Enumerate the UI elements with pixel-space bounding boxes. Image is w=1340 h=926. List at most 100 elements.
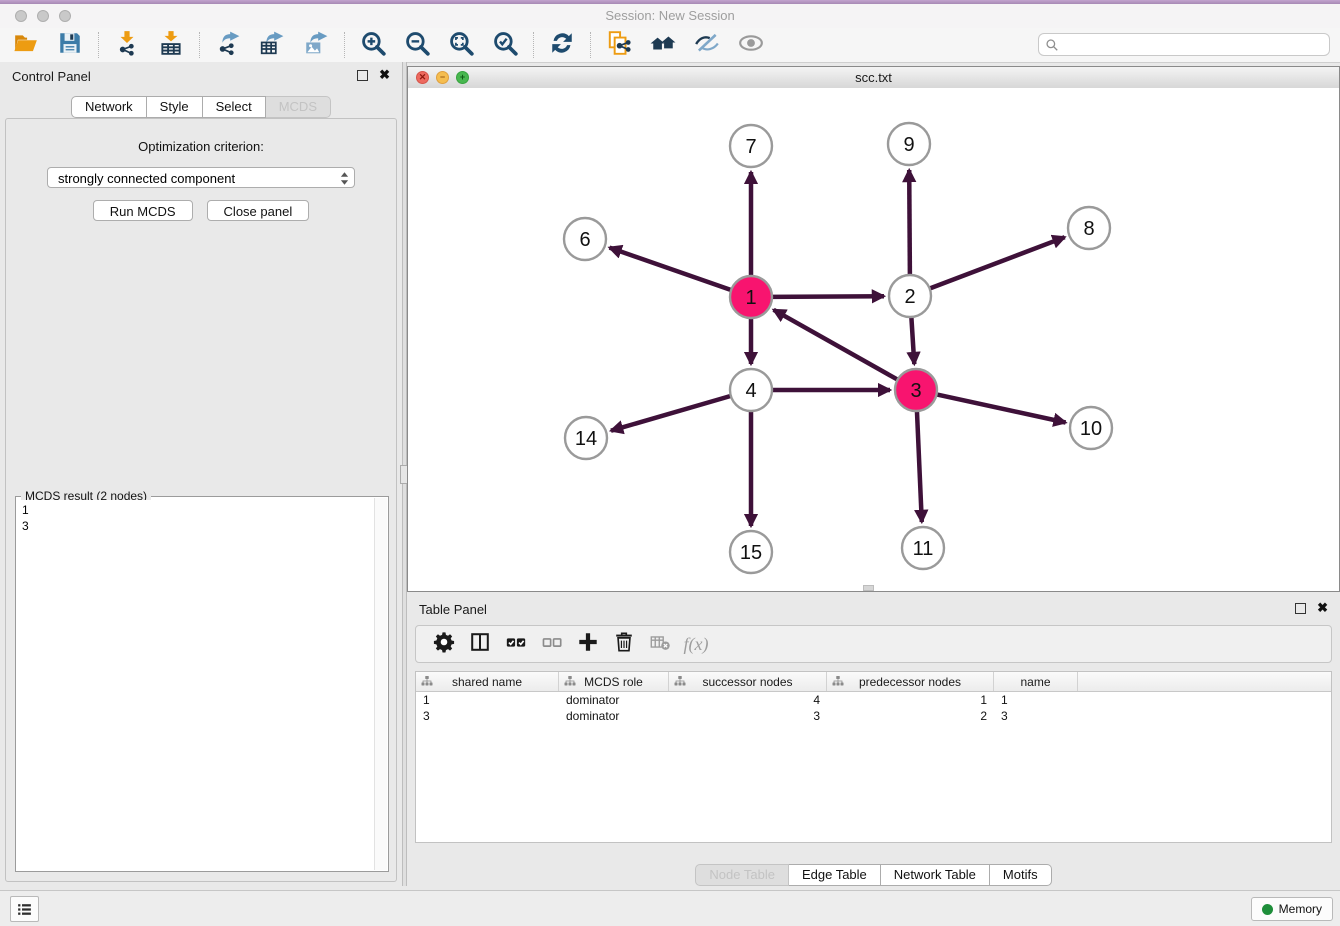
column-header-predecessor-nodes[interactable]: predecessor nodes [827,672,994,691]
result-scrollbar[interactable] [374,498,387,870]
tab-motifs[interactable]: Motifs [990,864,1052,886]
column-header-successor-nodes[interactable]: successor nodes [669,672,827,691]
zoom-fit-button[interactable] [446,30,476,60]
deselect-all-button[interactable] [534,629,570,659]
tab-style[interactable]: Style [147,96,203,118]
hide-selected-icon [694,30,720,61]
hierarchy-icon [421,675,433,687]
main-toolbar [0,28,1340,63]
graph-edge-1-2[interactable] [771,296,884,297]
select-stepper-icon [340,171,349,186]
svg-text:15: 15 [740,542,762,564]
search-box[interactable] [1038,33,1330,56]
control-panel-title: Control Panel [12,69,91,84]
svg-text:8: 8 [1083,218,1094,240]
graph-edge-2-9[interactable] [909,170,910,276]
network-close-icon[interactable]: ✕ [416,71,429,84]
tab-node-table[interactable]: Node Table [695,864,789,886]
import-network-button[interactable] [112,30,142,60]
graph-node-10[interactable]: 10 [1070,407,1112,449]
graph-node-15[interactable]: 15 [730,531,772,573]
network-canvas[interactable]: 7 9 6 8 1 2 4 3 14 10 15 11 [408,88,1339,591]
search-input[interactable] [1059,37,1329,52]
graph-node-1[interactable]: 1 [730,276,772,318]
float-panel-icon[interactable] [357,70,368,81]
cell-shared-name: 1 [416,693,559,707]
first-neighbors-button[interactable] [648,30,678,60]
graph-edge-2-3[interactable] [911,316,914,364]
graph-node-7[interactable]: 7 [730,125,772,167]
memory-button[interactable]: Memory [1251,897,1333,921]
export-network-button[interactable] [213,30,243,60]
graph-node-11[interactable]: 11 [902,527,944,569]
network-minimize-icon[interactable]: − [436,71,449,84]
cell-predecessor-nodes: 1 [827,693,994,707]
select-all-icon [505,631,527,658]
control-panel-tabs: NetworkStyleSelectMCDS [0,96,402,118]
zoom-selected-button[interactable] [490,30,520,60]
graph-node-9[interactable]: 9 [888,123,930,165]
graph-edge-4-14[interactable] [611,396,732,431]
canvas-scroll-nub[interactable] [863,585,874,591]
add-column-icon [577,631,599,658]
float-table-panel-icon[interactable] [1295,603,1306,614]
column-header-name[interactable]: name [994,672,1078,691]
run-mcds-button[interactable]: Run MCDS [93,200,193,221]
refresh-button[interactable] [547,30,577,60]
graph-node-2[interactable]: 2 [889,275,931,317]
network-window-titlebar[interactable]: ✕ − + scc.txt [408,67,1339,89]
show-columns-button[interactable] [462,629,498,659]
zoom-in-button[interactable] [358,30,388,60]
close-table-panel-icon[interactable]: ✖ [1317,602,1328,614]
criterion-select[interactable]: strongly connected component [47,167,355,188]
tab-network-table[interactable]: Network Table [881,864,990,886]
graph-edge-3-1[interactable] [774,310,899,380]
tab-mcds[interactable]: MCDS [266,96,331,118]
svg-text:10: 10 [1080,418,1102,440]
graph-edge-3-11[interactable] [917,410,922,522]
graph-edge-2-8[interactable] [929,237,1065,289]
graph-node-14[interactable]: 14 [565,417,607,459]
tab-edge-table[interactable]: Edge Table [789,864,881,886]
graph-node-4[interactable]: 4 [730,369,772,411]
control-panel: Control Panel ✖ NetworkStyleSelectMCDS O… [0,62,402,886]
export-table-button[interactable] [257,30,287,60]
status-bar: Memory [0,890,1340,926]
svg-text:1: 1 [745,287,756,309]
table-panel-title: Table Panel [419,602,487,617]
toolbar-separator [199,32,200,58]
window-title: Session: New Session [0,8,1340,23]
close-panel-button[interactable]: Close panel [207,200,310,221]
task-history-button[interactable] [10,896,39,922]
add-column-button[interactable] [570,629,606,659]
table-row[interactable]: 3dominator323 [416,708,1331,724]
export-network-icon [215,30,241,61]
table-row[interactable]: 1dominator411 [416,692,1331,708]
graph-edge-1-6[interactable] [610,248,733,291]
save-session-button[interactable] [55,30,85,60]
select-all-button[interactable] [498,629,534,659]
open-file-button[interactable] [11,30,41,60]
column-label: MCDS role [584,675,643,689]
tab-network[interactable]: Network [71,96,147,118]
export-image-button[interactable] [301,30,331,60]
deselect-all-icon [541,631,563,658]
tab-select[interactable]: Select [203,96,266,118]
delete-column-button[interactable] [606,629,642,659]
graph-edge-3-10[interactable] [936,394,1066,422]
graph-node-3[interactable]: 3 [895,369,937,411]
column-header-mcds-role[interactable]: MCDS role [559,672,669,691]
network-zoom-icon[interactable]: + [456,71,469,84]
cell-mcds-role: dominator [559,709,669,723]
column-settings-button[interactable] [426,629,462,659]
clone-network-button[interactable] [604,30,634,60]
import-table-button[interactable] [156,30,186,60]
column-header-shared-name[interactable]: shared name [416,672,559,691]
show-all-button [736,30,766,60]
graph-node-8[interactable]: 8 [1068,207,1110,249]
graph-node-6[interactable]: 6 [564,218,606,260]
hide-selected-button[interactable] [692,30,722,60]
close-panel-icon[interactable]: ✖ [379,69,390,81]
cell-successor-nodes: 3 [669,709,827,723]
zoom-out-button[interactable] [402,30,432,60]
